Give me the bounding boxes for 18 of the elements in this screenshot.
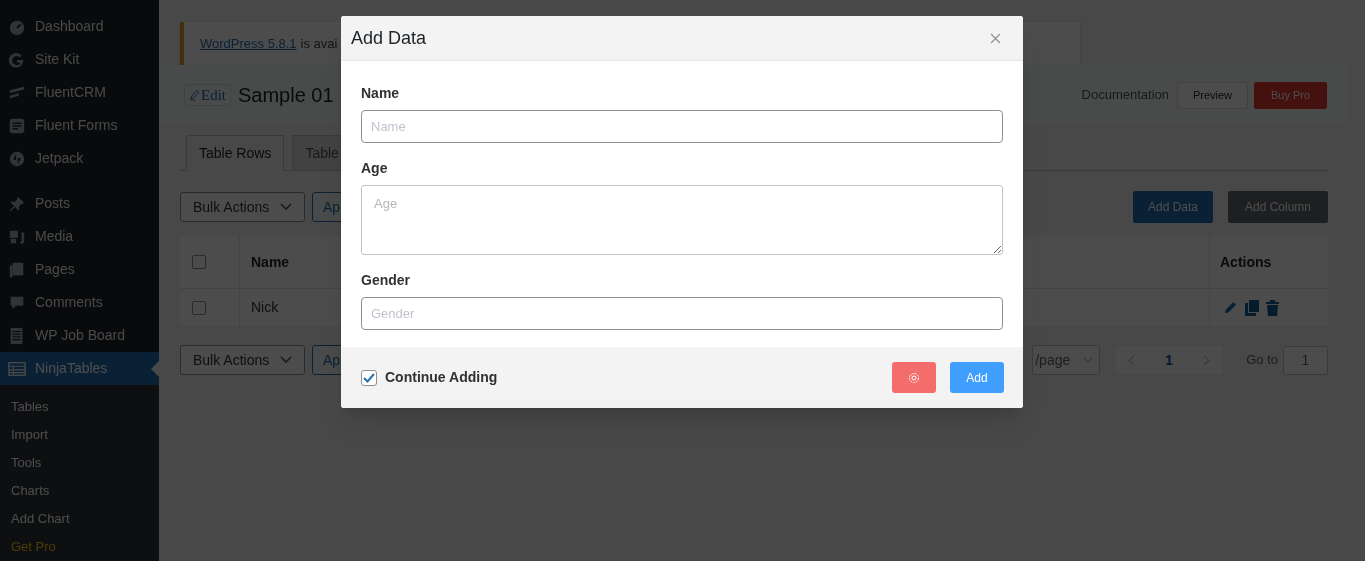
text-input-field[interactable]: Name — [361, 110, 1003, 143]
field-label: Age — [361, 159, 389, 178]
checkmark-icon — [363, 372, 375, 383]
settings-button[interactable] — [892, 362, 936, 393]
field-label: Name — [361, 84, 401, 103]
text-input-field[interactable]: Gender — [361, 297, 1003, 330]
table-title: Sample 01 — [238, 83, 334, 108]
age-field[interactable]: Age — [361, 185, 1003, 255]
field-label: Gender — [361, 271, 411, 290]
add-button[interactable]: Add — [950, 362, 1004, 393]
dialog-title: Add Data — [351, 26, 427, 50]
table-cell-text: Nick — [251, 298, 279, 317]
checkbox-label: Continue Adding — [385, 368, 498, 387]
column-header: Name — [251, 252, 290, 272]
settings-icon — [908, 371, 920, 384]
continue-checkbox[interactable] — [361, 369, 377, 386]
close-icon[interactable] — [990, 32, 1001, 44]
column-header: Actions — [1220, 252, 1272, 272]
